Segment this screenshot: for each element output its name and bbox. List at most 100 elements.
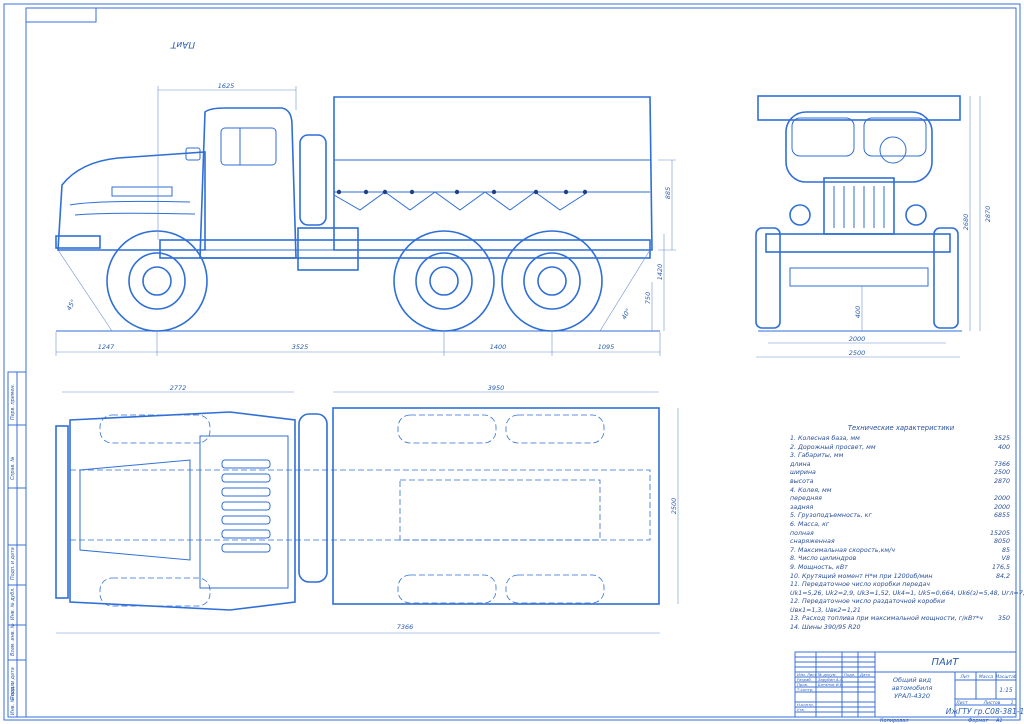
spec-label: передняя [790, 495, 822, 503]
spec-label: 4. Колея, мм [790, 486, 832, 494]
dim-top-total: 7366 [397, 623, 414, 631]
spec-row: 13. Расход топлива при максимальной мощн… [790, 615, 1012, 624]
title-line2: автомобиля [892, 684, 933, 692]
spec-label: Uвк1=1,3, Uвк2=1,21 [790, 606, 861, 614]
spec-row: 4. Колея, мм [790, 487, 1012, 496]
mass-hdr: Масса [979, 674, 994, 680]
spec-row: 5. Грузоподъемность, кг 6855 [790, 512, 1012, 521]
spec-value [1010, 452, 1012, 461]
spec-label: 6. Масса, кг [790, 520, 830, 528]
dim-cab: 1625 [218, 82, 235, 90]
format-val: А1 [995, 718, 1003, 724]
spec-row: 11. Передаточное число коробки передач [790, 581, 1012, 590]
specs-rows: 1. Колесная база, мм 3525 2. Дорожный прос… [790, 435, 1024, 633]
sheets: 1 [1011, 700, 1014, 706]
dim-platform: 1420 [656, 264, 664, 281]
spec-value: 2870 [993, 477, 1010, 485]
strip-podp1: Подп. и дата [10, 547, 16, 580]
spec-label: 14. Шины 390/95 R20 [790, 624, 861, 632]
spec-row: полная 15205 [790, 530, 1012, 539]
dim-rear-h: 750 [644, 292, 652, 304]
spec-label: 12. Передаточное число раздаточной короб… [790, 598, 945, 606]
spec-row: 12. Передаточное число раздаточной короб… [790, 598, 1012, 607]
spec-row: 6. Масса, кг [790, 521, 1012, 530]
scale: 1:15 [999, 687, 1013, 694]
angle-rear: 40° [620, 307, 633, 321]
spec-row: ширина 2500 [790, 469, 1012, 478]
dim-top-body: 3950 [488, 384, 505, 392]
dim-width: 2500 [849, 349, 866, 357]
title-block: ПАиТ Общий вид автомобиля УРАЛ-4320 Лит … [794, 651, 1024, 724]
title-org: ПАиТ [932, 657, 960, 668]
row-utv: Утв. [797, 707, 805, 712]
binding-strip: Перв. примен. Справ. № Подп. и дата Инв.… [7, 371, 27, 718]
dim-front-overhang: 1247 [98, 343, 115, 351]
spec-row: Uвк1=1,3, Uвк2=1,21 [790, 607, 1012, 616]
strip-dubl: Инв. № дубл. [10, 587, 16, 620]
sheet-lbl: Лист [955, 700, 968, 706]
spec-value: 350 [997, 615, 1010, 623]
spec-value: 2000 [993, 503, 1010, 511]
spec-value [1010, 607, 1012, 616]
top-view: 2772 3950 7366 2500 [55, 384, 679, 634]
spec-row: 2. Дорожный просвет, мм 400 [790, 444, 1012, 453]
dim-top-front: 2772 [170, 384, 187, 392]
specs-table: Технические характеристики 1. Колесная б… [790, 424, 1024, 633]
spec-value [1010, 487, 1012, 496]
spec-value [1010, 521, 1012, 530]
spec-row: 7. Максимальная скорость,км/ч 85 [790, 547, 1012, 556]
spec-value [1010, 624, 1012, 633]
strip-sprav: Справ. № [10, 457, 16, 480]
spec-value: 7366 [993, 460, 1010, 468]
spec-label: задняя [790, 503, 814, 511]
spec-value: 8050 [993, 538, 1010, 546]
dim-wheelbase: 3525 [292, 343, 309, 351]
spec-label: 13. Расход топлива при максимальной мощн… [790, 615, 983, 623]
spec-value [1010, 581, 1012, 590]
spec-row: 1. Колесная база, мм 3525 [790, 435, 1012, 444]
spec-row: 9. Мощность, кВт 176,5 [790, 564, 1012, 573]
title-line1: Общий вид [893, 676, 932, 684]
spec-label: 7. Максимальная скорость,км/ч [790, 546, 895, 554]
spec-label: 8. Число цилиндров [790, 555, 857, 563]
spec-value: 400 [997, 443, 1010, 451]
spec-label: длина [790, 460, 811, 468]
strip-perv: Перв. примен. [10, 384, 16, 420]
spec-value: 176,5 [991, 563, 1010, 571]
dim-body-height: 885 [664, 187, 672, 199]
spec-value: V8 [1001, 555, 1010, 563]
dim-height-cab: 2680 [962, 214, 970, 231]
dim-top-width: 2500 [670, 498, 678, 515]
hdr-sign: Подп. [844, 672, 856, 677]
corner-stamp: ПАиТ [169, 39, 195, 49]
spec-label: высота [790, 477, 814, 485]
spec-label: 2. Дорожный просвет, мм [790, 443, 876, 451]
scale-hdr: Масштаб [995, 674, 1017, 680]
spec-label: 1. Колесная база, мм [790, 435, 860, 442]
dim-clearance: 400 [854, 306, 862, 318]
spec-row: снаряженная 8050 [790, 538, 1012, 547]
dim-rear-base: 1400 [490, 343, 507, 351]
hdr-date: Дата [859, 672, 871, 677]
spec-row: 3. Габариты, мм [790, 452, 1012, 461]
spec-value: 2000 [993, 495, 1010, 503]
title-line3: УРАЛ-4320 [894, 692, 930, 700]
spec-row: Uk1=5,26, Uk2=2,9, Uk3=1,52, Uk4=1, Uk5=… [790, 590, 1024, 599]
spec-row: длина 7366 [790, 461, 1012, 470]
spec-value: 2500 [993, 469, 1010, 477]
front-view: 2000 2500 2680 2870 400 [755, 95, 992, 358]
spec-label: 11. Передаточное число коробки передач [790, 581, 931, 589]
strip-vzam: Взам. инв. № [10, 623, 16, 656]
spec-row: 10. Крутящий момент Н*м при 1200об/мин 84… [790, 573, 1012, 582]
spec-label: ширина [790, 469, 816, 477]
sheets-lbl: Листов [983, 700, 1001, 706]
angle-front: 45° [65, 298, 78, 312]
side-view: 1625 1247 3525 1400 1095 885 1420 750 45… [55, 82, 676, 356]
format: Формат [968, 718, 989, 724]
spec-label: 9. Мощность, кВт [790, 563, 848, 571]
spec-row: 8. Число цилиндров V8 [790, 555, 1012, 564]
corner-stamp-box [25, 7, 97, 23]
spec-row: высота 2870 [790, 478, 1012, 487]
name-prov: Батанов И.В. [818, 682, 844, 687]
row-tkontr: Т.контр. [797, 687, 813, 692]
